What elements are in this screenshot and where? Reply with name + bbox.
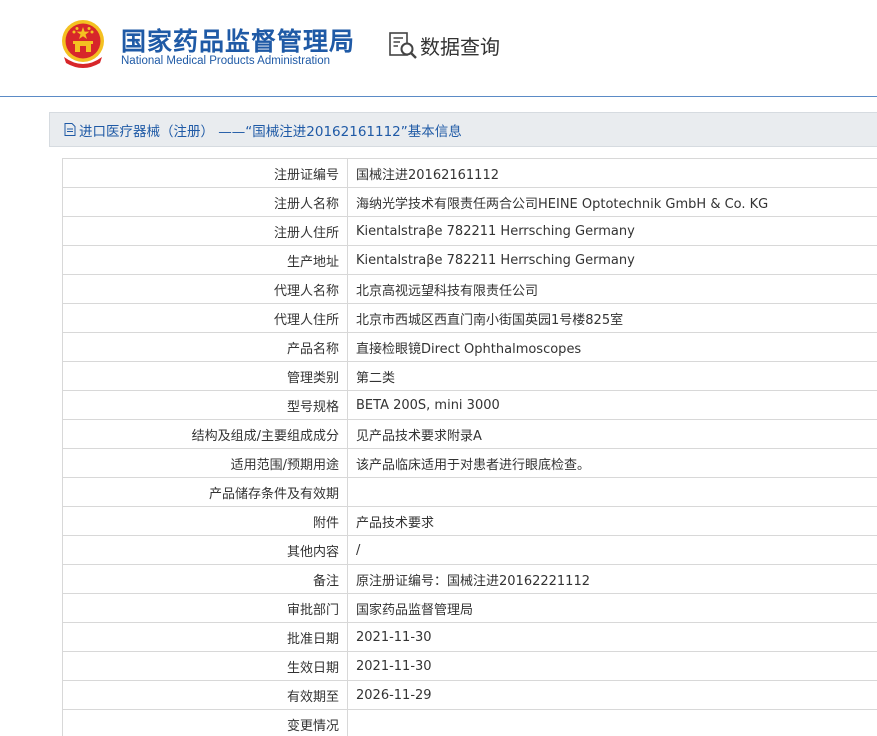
field-value: 海纳光学技术有限责任两合公司HEINE Optotechnik GmbH & C… xyxy=(347,187,877,217)
table-row: 变更情况 xyxy=(62,709,877,736)
field-label: 生产地址 xyxy=(62,245,348,275)
table-row: 代理人住所 北京市西城区西直门南小街国英园1号楼825室 xyxy=(62,303,877,333)
field-label: 备注 xyxy=(62,564,348,594)
field-value: 2026-11-29 xyxy=(347,680,877,710)
table-row: 适用范围/预期用途 该产品临床适用于对患者进行眼底检查。 xyxy=(62,448,877,478)
field-value: Kientalstraβe 782211 Herrsching Germany xyxy=(347,216,877,246)
document-icon xyxy=(64,123,76,136)
field-value: 原注册证编号：国械注进20162221112 xyxy=(347,564,877,594)
field-value: 国械注进20162161112 xyxy=(347,158,877,188)
field-value: 直接检眼镜Direct Ophthalmoscopes xyxy=(347,332,877,362)
table-row: 注册证编号 国械注进20162161112 xyxy=(62,158,877,188)
field-label: 型号规格 xyxy=(62,390,348,420)
field-label: 产品名称 xyxy=(62,332,348,362)
field-value: 2021-11-30 xyxy=(347,622,877,652)
site-title: 国家药品监督管理局 xyxy=(121,27,356,56)
table-row: 产品名称 直接检眼镜Direct Ophthalmoscopes xyxy=(62,332,877,362)
field-label: 适用范围/预期用途 xyxy=(62,448,348,478)
table-row: 注册人住所 Kientalstraβe 782211 Herrsching Ger… xyxy=(62,216,877,246)
table-row: 注册人名称 海纳光学技术有限责任两合公司HEINE Optotechnik Gmb… xyxy=(62,187,877,217)
field-value: 国家药品监督管理局 xyxy=(347,593,877,623)
field-value: 第二类 xyxy=(347,361,877,391)
field-label: 附件 xyxy=(62,506,348,536)
field-value: 该产品临床适用于对患者进行眼底检查。 xyxy=(347,448,877,478)
field-label: 管理类别 xyxy=(62,361,348,391)
section-title-bar: 进口医疗器械（注册） ——“国械注进20162161112”基本信息 xyxy=(49,112,877,147)
national-emblem-icon xyxy=(62,20,104,68)
data-query-label: 数据查询 xyxy=(420,34,500,59)
field-label: 代理人住所 xyxy=(62,303,348,333)
table-row: 产品储存条件及有效期 xyxy=(62,477,877,507)
field-label: 注册人名称 xyxy=(62,187,348,217)
table-row: 生效日期 2021-11-30 xyxy=(62,651,877,681)
field-label: 注册人住所 xyxy=(62,216,348,246)
table-row: 有效期至 2026-11-29 xyxy=(62,680,877,710)
registration-info-table: 注册证编号 国械注进20162161112 注册人名称 海纳光学技术有限责任两合公司H… xyxy=(62,158,877,736)
field-label: 有效期至 xyxy=(62,680,348,710)
table-row: 生产地址 Kientalstraβe 782211 Herrsching Germ… xyxy=(62,245,877,275)
field-label: 批准日期 xyxy=(62,622,348,652)
header-divider xyxy=(0,96,877,97)
table-row: 其他内容 / xyxy=(62,535,877,565)
field-label: 生效日期 xyxy=(62,651,348,681)
field-value: 见产品技术要求附录A xyxy=(347,419,877,449)
field-value: / xyxy=(347,535,877,565)
table-row: 代理人名称 北京高视远望科技有限责任公司 xyxy=(62,274,877,304)
document-search-icon xyxy=(389,32,417,59)
section-title: 进口医疗器械（注册） ——“国械注进20162161112”基本信息 xyxy=(79,123,462,140)
table-row: 型号规格 BETA 200S, mini 3000 xyxy=(62,390,877,420)
data-query-link[interactable]: 数据查询 xyxy=(388,30,500,60)
field-value: 北京市西城区西直门南小街国英园1号楼825室 xyxy=(347,303,877,333)
field-label: 注册证编号 xyxy=(62,158,348,188)
table-row: 审批部门 国家药品监督管理局 xyxy=(62,593,877,623)
field-value: BETA 200S, mini 3000 xyxy=(347,390,877,420)
table-row: 管理类别 第二类 xyxy=(62,361,877,391)
field-value: 2021-11-30 xyxy=(347,651,877,681)
field-label: 审批部门 xyxy=(62,593,348,623)
table-row: 批准日期 2021-11-30 xyxy=(62,622,877,652)
field-value xyxy=(347,477,877,507)
table-row: 结构及组成/主要组成成分 见产品技术要求附录A xyxy=(62,419,877,449)
field-label: 其他内容 xyxy=(62,535,348,565)
field-label: 代理人名称 xyxy=(62,274,348,304)
table-row: 备注 原注册证编号：国械注进20162221112 xyxy=(62,564,877,594)
table-row: 附件 产品技术要求 xyxy=(62,506,877,536)
field-value: 北京高视远望科技有限责任公司 xyxy=(347,274,877,304)
field-value: 产品技术要求 xyxy=(347,506,877,536)
main-content: 进口医疗器械（注册） ——“国械注进20162161112”基本信息 注册证编号… xyxy=(49,112,877,736)
field-label: 结构及组成/主要组成成分 xyxy=(62,419,348,449)
site-header: 国家药品监督管理局 National Medical Products Admi… xyxy=(0,0,877,96)
field-label: 产品储存条件及有效期 xyxy=(62,477,348,507)
field-value xyxy=(347,709,877,736)
field-value: Kientalstraβe 782211 Herrsching Germany xyxy=(347,245,877,275)
site-title-english: National Medical Products Administration xyxy=(121,55,331,67)
field-label: 变更情况 xyxy=(62,709,348,736)
